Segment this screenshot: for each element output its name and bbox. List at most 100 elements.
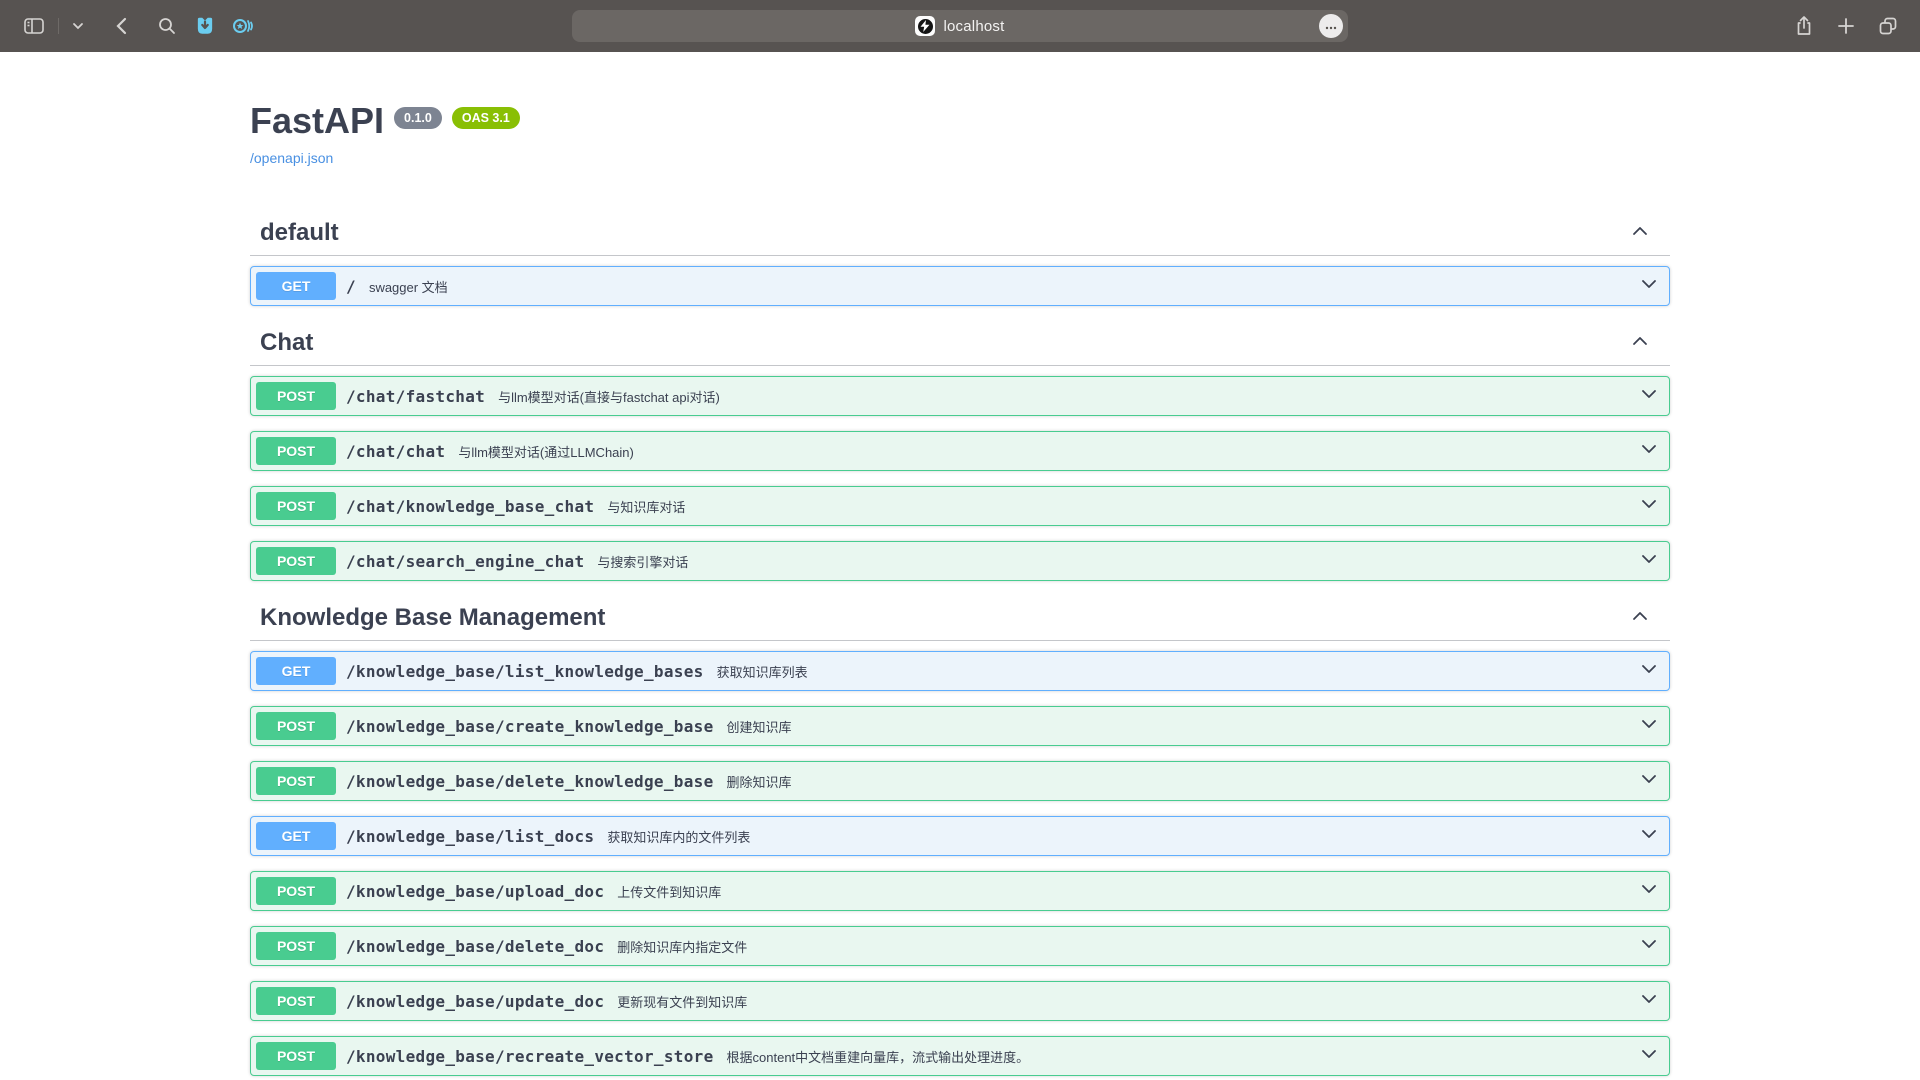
tab-overview-button[interactable] bbox=[1872, 10, 1904, 42]
back-button[interactable] bbox=[105, 10, 137, 42]
openapi-spec-link[interactable]: /openapi.json bbox=[250, 150, 333, 166]
ellipsis-icon bbox=[1325, 17, 1337, 35]
endpoint-row[interactable]: POST /knowledge_base/delete_doc 删除知识库内指定… bbox=[250, 926, 1670, 966]
endpoint-row[interactable]: POST /chat/chat 与llm模型对话(通过LLMChain) bbox=[250, 431, 1670, 471]
search-button[interactable] bbox=[151, 10, 183, 42]
collapse-chevron-up-icon bbox=[1630, 331, 1650, 356]
endpoint-description: 与llm模型对话(通过LLMChain) bbox=[458, 442, 1639, 461]
endpoint-path: /chat/fastchat bbox=[346, 387, 485, 406]
page-settings-button[interactable] bbox=[1319, 14, 1343, 38]
collapse-chevron-up-icon bbox=[1630, 221, 1650, 246]
endpoint-description: 与知识库对话 bbox=[607, 497, 1639, 516]
endpoint-row[interactable]: POST /knowledge_base/update_doc 更新现有文件到知… bbox=[250, 981, 1670, 1021]
method-badge: POST bbox=[256, 987, 336, 1015]
endpoint-description: swagger 文档 bbox=[369, 277, 1639, 296]
endpoint-description: 与llm模型对话(直接与fastchat api对话) bbox=[498, 387, 1639, 406]
section-header[interactable]: Chat bbox=[250, 321, 1670, 366]
endpoint-description: 删除知识库 bbox=[727, 772, 1639, 791]
endpoint-description: 创建知识库 bbox=[727, 717, 1639, 736]
endpoint-description: 删除知识库内指定文件 bbox=[617, 937, 1639, 956]
endpoint-row[interactable]: POST /chat/fastchat 与llm模型对话(直接与fastchat… bbox=[250, 376, 1670, 416]
api-section: default GET / swagger 文档 bbox=[250, 211, 1670, 306]
url-host-text: localhost bbox=[943, 18, 1004, 35]
shield-download-icon bbox=[194, 15, 216, 37]
endpoint-description: 与搜索引擎对话 bbox=[597, 552, 1639, 571]
version-badge: 0.1.0 bbox=[394, 107, 442, 129]
sidebar-icon bbox=[23, 16, 45, 36]
expand-chevron-down-icon bbox=[1639, 494, 1659, 519]
expand-chevron-down-icon bbox=[1639, 549, 1659, 574]
expand-chevron-down-icon bbox=[1639, 989, 1659, 1014]
expand-chevron-down-icon bbox=[1639, 1044, 1659, 1069]
endpoint-path: /chat/search_engine_chat bbox=[346, 552, 584, 571]
endpoint-path: /knowledge_base/delete_doc bbox=[346, 937, 604, 956]
endpoint-row[interactable]: POST /knowledge_base/create_knowledge_ba… bbox=[250, 706, 1670, 746]
sidebar-menu-button[interactable] bbox=[67, 10, 89, 42]
section-title: Chat bbox=[260, 329, 313, 357]
endpoint-path: /knowledge_base/delete_knowledge_base bbox=[346, 772, 714, 791]
expand-chevron-down-icon bbox=[1639, 769, 1659, 794]
page-body: FastAPI 0.1.0 OAS 3.1 /openapi.json defa… bbox=[0, 52, 1920, 1080]
share-button[interactable] bbox=[1788, 10, 1820, 42]
page-title: FastAPI bbox=[250, 100, 384, 141]
url-bar[interactable]: localhost bbox=[572, 10, 1348, 42]
toolbar-divider bbox=[58, 18, 59, 34]
method-badge: POST bbox=[256, 877, 336, 905]
section-endpoints: POST /chat/fastchat 与llm模型对话(直接与fastchat… bbox=[250, 376, 1670, 581]
endpoint-description: 获取知识库内的文件列表 bbox=[607, 827, 1639, 846]
swagger-container: FastAPI 0.1.0 OAS 3.1 /openapi.json defa… bbox=[230, 100, 1690, 1076]
sidebar-button[interactable] bbox=[18, 10, 50, 42]
oas-badge: OAS 3.1 bbox=[452, 107, 520, 129]
endpoint-path: /knowledge_base/update_doc bbox=[346, 992, 604, 1011]
back-icon bbox=[114, 16, 128, 36]
new-tab-button[interactable] bbox=[1830, 10, 1862, 42]
endpoint-path: /knowledge_base/recreate_vector_store bbox=[346, 1047, 714, 1066]
endpoint-row[interactable]: GET / swagger 文档 bbox=[250, 266, 1670, 306]
endpoint-row[interactable]: POST /knowledge_base/delete_knowledge_ba… bbox=[250, 761, 1670, 801]
method-badge: GET bbox=[256, 657, 336, 685]
share-icon bbox=[1795, 15, 1813, 37]
method-badge: POST bbox=[256, 712, 336, 740]
endpoint-description: 更新现有文件到知识库 bbox=[617, 992, 1639, 1011]
expand-chevron-down-icon bbox=[1639, 879, 1659, 904]
endpoint-row[interactable]: GET /knowledge_base/list_docs 获取知识库内的文件列… bbox=[250, 816, 1670, 856]
endpoint-path: /chat/chat bbox=[346, 442, 445, 461]
expand-chevron-down-icon bbox=[1639, 274, 1659, 299]
tab-overview-icon bbox=[1877, 15, 1899, 37]
site-favicon-lightning-icon bbox=[915, 16, 935, 36]
expand-chevron-down-icon bbox=[1639, 384, 1659, 409]
extension-button-1[interactable] bbox=[189, 10, 221, 42]
section-title: Knowledge Base Management bbox=[260, 604, 605, 632]
endpoint-row[interactable]: POST /knowledge_base/recreate_vector_sto… bbox=[250, 1036, 1670, 1076]
method-badge: POST bbox=[256, 932, 336, 960]
endpoint-path: / bbox=[346, 277, 356, 296]
endpoint-row[interactable]: POST /chat/knowledge_base_chat 与知识库对话 bbox=[250, 486, 1670, 526]
endpoint-row[interactable]: POST /chat/search_engine_chat 与搜索引擎对话 bbox=[250, 541, 1670, 581]
chevron-down-icon bbox=[72, 22, 84, 30]
section-header[interactable]: Knowledge Base Management bbox=[250, 596, 1670, 641]
api-section: Knowledge Base Management GET /knowledge… bbox=[250, 596, 1670, 1076]
live-star-icon bbox=[231, 15, 255, 37]
expand-chevron-down-icon bbox=[1639, 934, 1659, 959]
expand-chevron-down-icon bbox=[1639, 439, 1659, 464]
endpoint-path: /knowledge_base/list_knowledge_bases bbox=[346, 662, 704, 681]
api-section: Chat POST /chat/fastchat 与llm模型对话(直接与fas… bbox=[250, 321, 1670, 581]
endpoint-path: /knowledge_base/upload_doc bbox=[346, 882, 604, 901]
collapse-chevron-up-icon bbox=[1630, 606, 1650, 631]
api-sections: default GET / swagger 文档 Chat bbox=[250, 211, 1670, 1076]
method-badge: POST bbox=[256, 547, 336, 575]
search-icon bbox=[157, 16, 177, 36]
extension-button-2[interactable] bbox=[227, 10, 259, 42]
endpoint-row[interactable]: POST /knowledge_base/upload_doc 上传文件到知识库 bbox=[250, 871, 1670, 911]
endpoint-path: /knowledge_base/list_docs bbox=[346, 827, 594, 846]
api-info: FastAPI 0.1.0 OAS 3.1 /openapi.json bbox=[250, 100, 1670, 168]
endpoint-row[interactable]: GET /knowledge_base/list_knowledge_bases… bbox=[250, 651, 1670, 691]
expand-chevron-down-icon bbox=[1639, 824, 1659, 849]
endpoint-description: 根据content中文档重建向量库，流式输出处理进度。 bbox=[727, 1047, 1639, 1066]
endpoint-description: 上传文件到知识库 bbox=[617, 882, 1639, 901]
plus-icon bbox=[1837, 17, 1855, 35]
method-badge: POST bbox=[256, 767, 336, 795]
method-badge: GET bbox=[256, 822, 336, 850]
section-endpoints: GET / swagger 文档 bbox=[250, 266, 1670, 306]
section-header[interactable]: default bbox=[250, 211, 1670, 256]
